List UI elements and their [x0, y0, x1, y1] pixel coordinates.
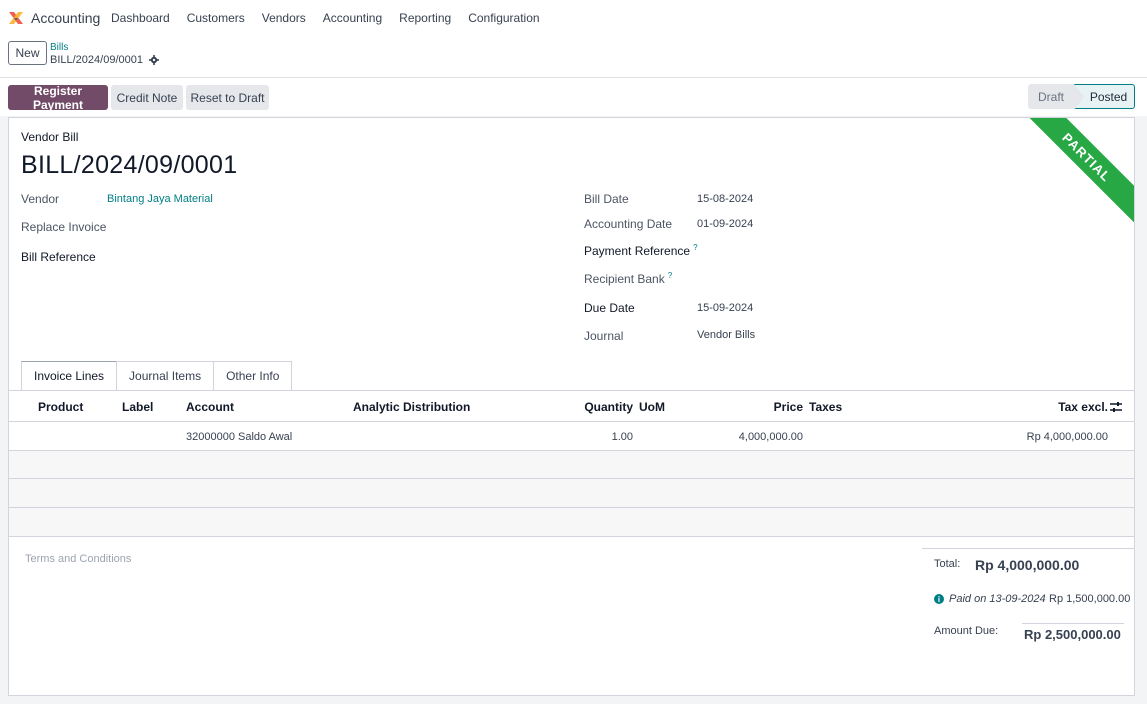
main-menu: Dashboard Customers Vendors Accounting R… [111, 11, 557, 25]
reset-to-draft-button[interactable]: Reset to Draft [186, 85, 269, 110]
tab-other-info[interactable]: Other Info [213, 361, 293, 390]
col-analytic[interactable]: Analytic Distribution [353, 400, 470, 414]
table-row-empty [9, 479, 1134, 508]
breadcrumb-current-label: BILL/2024/09/0001 [50, 54, 143, 66]
status-draft[interactable]: Draft [1028, 84, 1074, 109]
due-date-field[interactable]: 15-09-2024 [697, 302, 753, 314]
cell-tax-excl: Rp 4,000,000.00 [1026, 431, 1108, 443]
menu-vendors[interactable]: Vendors [262, 11, 306, 25]
col-product[interactable]: Product [38, 400, 83, 414]
bill-date-field[interactable]: 15-08-2024 [697, 193, 753, 205]
recipient-bank-label: Recipient Bank? [584, 271, 672, 286]
col-taxes[interactable]: Taxes [809, 400, 842, 414]
breadcrumb-current: BILL/2024/09/0001 [50, 54, 159, 66]
col-account[interactable]: Account [186, 400, 234, 414]
journal-field[interactable]: Vendor Bills [697, 329, 755, 341]
help-icon[interactable]: ? [668, 271, 672, 280]
gear-icon[interactable] [148, 55, 159, 65]
total-label: Total: [934, 558, 961, 570]
amount-due-label: Amount Due: [934, 625, 999, 637]
table-header: Product Label Account Analytic Distribut… [9, 391, 1134, 422]
top-navbar: Accounting Dashboard Customers Vendors A… [0, 0, 1147, 36]
status-posted-label: Posted [1089, 89, 1128, 104]
page-title: BILL/2024/09/0001 [21, 151, 238, 179]
document-type: Vendor Bill [21, 130, 79, 144]
total-value: Rp 4,000,000.00 [975, 557, 1080, 573]
menu-accounting[interactable]: Accounting [323, 11, 382, 25]
paid-amount: Rp 1,500,000.00 [1049, 593, 1131, 605]
tab-journal-items[interactable]: Journal Items [116, 361, 215, 390]
table-row[interactable]: 32000000 Saldo Awal 1.00 4,000,000.00 Rp… [9, 422, 1134, 451]
accounting-date-field[interactable]: 01-09-2024 [697, 218, 753, 230]
accounting-date-label: Accounting Date [584, 217, 673, 231]
table-row-empty [9, 508, 1134, 537]
replace-invoice-label: Replace Invoice [21, 220, 107, 234]
due-date-label: Due Date [584, 301, 635, 315]
vendor-field[interactable]: Bintang Jaya Material [107, 193, 213, 205]
bill-date-label: Bill Date [584, 192, 629, 206]
payment-info[interactable]: Paid on 13-09-2024 [949, 593, 1046, 605]
new-button[interactable]: New [8, 41, 47, 65]
payment-reference-text: Payment Reference [584, 244, 691, 258]
status-posted[interactable]: Posted [1074, 84, 1135, 110]
payment-reference-label: Payment Reference? [584, 243, 698, 258]
status-ribbon: PARTIAL [1017, 118, 1134, 227]
col-quantity[interactable]: Quantity [584, 400, 633, 414]
bill-reference-label: Bill Reference [21, 250, 96, 264]
credit-note-button[interactable]: Credit Note [111, 85, 183, 110]
amount-due-value: Rp 2,500,000.00 [1024, 627, 1121, 642]
accounting-app-icon[interactable] [8, 10, 24, 26]
form-sheet: PARTIAL Vendor Bill BILL/2024/09/0001 Ve… [8, 117, 1135, 696]
app-name[interactable]: Accounting [31, 10, 100, 26]
status-bar: Draft Posted [1028, 84, 1135, 110]
breadcrumb-bills[interactable]: Bills [50, 42, 68, 53]
divider [1022, 623, 1124, 624]
col-tax-excl[interactable]: Tax excl. [1058, 400, 1108, 414]
tab-invoice-lines[interactable]: Invoice Lines [21, 361, 118, 390]
menu-configuration[interactable]: Configuration [468, 11, 539, 25]
column-settings-icon[interactable] [1110, 401, 1122, 413]
menu-dashboard[interactable]: Dashboard [111, 11, 170, 25]
cell-account: 32000000 Saldo Awal [186, 431, 293, 443]
cell-quantity: 1.00 [611, 431, 633, 443]
menu-reporting[interactable]: Reporting [399, 11, 451, 25]
vendor-label: Vendor [21, 192, 60, 206]
info-icon[interactable]: i [934, 594, 944, 604]
col-uom[interactable]: UoM [639, 400, 665, 414]
col-label[interactable]: Label [122, 400, 153, 414]
form-button-bar: Register Payment Credit Note Reset to Dr… [0, 78, 1147, 116]
journal-label: Journal [584, 329, 624, 343]
table-row-empty [9, 451, 1134, 479]
terms-and-conditions-field[interactable]: Terms and Conditions [25, 553, 131, 565]
help-icon[interactable]: ? [693, 243, 697, 252]
register-payment-button[interactable]: Register Payment [8, 84, 108, 112]
totals-panel: Total: Rp 4,000,000.00 i Paid on 13-09-2… [922, 548, 1134, 642]
recipient-bank-text: Recipient Bank [584, 272, 665, 286]
menu-customers[interactable]: Customers [187, 11, 245, 25]
notebook-tabs: Invoice Lines Journal Items Other Info [21, 361, 293, 390]
cell-price: 4,000,000.00 [738, 431, 803, 443]
control-panel: New Bills BILL/2024/09/0001 [0, 36, 1147, 78]
col-price[interactable]: Price [774, 400, 803, 414]
